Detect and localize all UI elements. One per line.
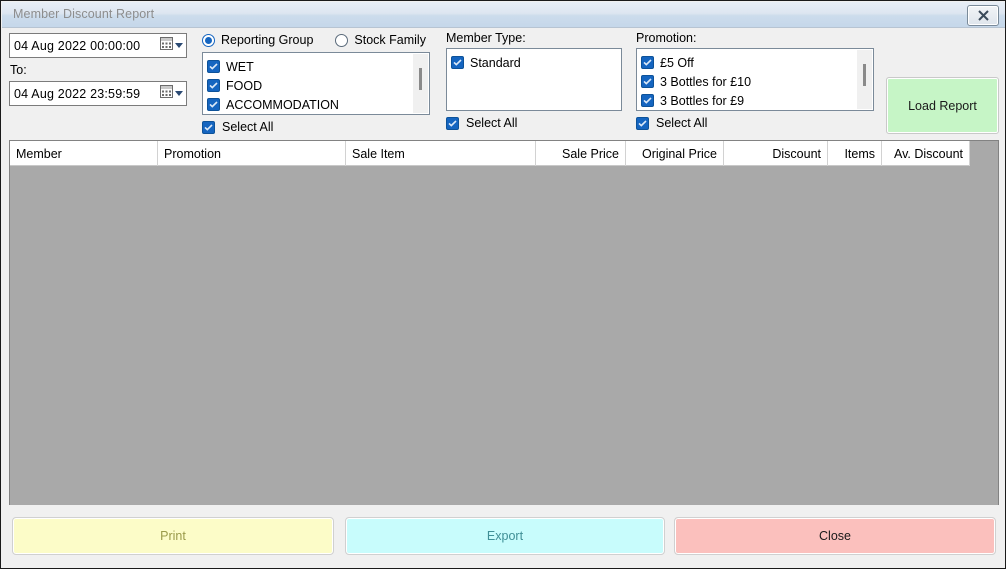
list-item-label: ACCOMMODATION [226,97,339,112]
radio-off-icon [335,33,349,47]
member-type-filter: Member Type: Standard Select All [446,31,622,130]
select-all-label: Select All [656,116,708,130]
list-item[interactable]: 3 Bottles for £10 [641,72,873,91]
source-mode-radio-group: Reporting Group Stock Family [202,33,426,47]
grid-column-header[interactable]: Member [10,141,158,166]
promotion-title: Promotion: [636,31,697,45]
scrollbar-thumb[interactable] [419,68,422,90]
title-bar: Member Discount Report [2,2,1005,28]
load-report-button[interactable]: Load Report [886,77,999,134]
reporting-group-scrollbar[interactable] [413,54,428,113]
to-date-value: 04 Aug 2022 23:59:59 [14,86,141,101]
calendar-icon[interactable] [160,84,173,103]
grid-column-header[interactable]: Discount [724,141,828,166]
close-button[interactable]: Close [674,517,996,555]
grid-column-header[interactable]: Promotion [158,141,346,166]
checkbox-checked-icon[interactable] [202,120,215,134]
footer-bar: Print Export Close [2,505,1005,567]
list-item[interactable]: FOOD [207,76,429,95]
promotion-listbox[interactable]: £5 Off 3 Bottles for £10 3 Bottles for £… [636,48,874,111]
promotion-scrollbar[interactable] [857,50,872,109]
scrollbar-thumb[interactable] [863,64,866,86]
print-button[interactable]: Print [12,517,334,555]
export-button[interactable]: Export [345,517,665,555]
list-item-label: £5 Off [660,55,694,70]
filter-panel: 04 Aug 2022 00:00:00 To: 04 Aug 2022 23:… [2,28,1005,136]
radio-stock-family-label: Stock Family [354,33,426,47]
date-range-group: 04 Aug 2022 00:00:00 To: 04 Aug 2022 23:… [9,33,191,106]
from-date-value: 04 Aug 2022 00:00:00 [14,38,141,53]
checkbox-checked-icon[interactable] [641,56,654,69]
list-item[interactable]: Standard [451,53,621,72]
reporting-group-select-all[interactable]: Select All [202,120,430,134]
calendar-icon[interactable] [160,36,173,55]
reporting-group-filter: WET FOOD ACCOMMODATION Select All [202,52,430,134]
select-all-label: Select All [466,116,518,130]
grid-column-header[interactable]: Original Price [626,141,724,166]
promotion-filter: Promotion: £5 Off 3 Bottles for £10 3 Bo… [636,31,874,130]
radio-stock-family[interactable]: Stock Family [335,33,426,47]
promotion-select-all[interactable]: Select All [636,116,874,130]
grid-column-header[interactable]: Sale Item [346,141,536,166]
checkbox-checked-icon[interactable] [446,116,459,130]
grid-column-header[interactable]: Items [828,141,882,166]
report-data-grid[interactable]: Member Promotion Sale Item Sale Price Origin… [9,140,999,506]
list-item-label: Standard [470,55,521,70]
member-type-select-all[interactable]: Select All [446,116,622,130]
to-date-field[interactable]: 04 Aug 2022 23:59:59 [9,81,187,106]
window-close-button[interactable] [967,5,999,26]
checkbox-checked-icon[interactable] [207,98,220,111]
close-x-icon [977,10,990,21]
list-item-label: FOOD [226,78,263,93]
list-item[interactable]: WET [207,57,429,76]
member-type-title: Member Type: [446,31,526,45]
from-date-field[interactable]: 04 Aug 2022 00:00:00 [9,33,187,58]
checkbox-checked-icon[interactable] [641,94,654,107]
radio-reporting-group-label: Reporting Group [221,33,314,47]
radio-reporting-group[interactable]: Reporting Group [202,33,313,47]
member-type-listbox[interactable]: Standard [446,48,622,111]
checkbox-checked-icon[interactable] [207,79,220,92]
member-discount-report-window: Member Discount Report 04 Aug 2022 00:00… [0,0,1006,569]
list-item-label: 3 Bottles for £9 [660,93,745,108]
list-item[interactable]: £5 Off [641,53,873,72]
grid-column-header[interactable]: Sale Price [536,141,626,166]
list-item-label: WET [226,59,254,74]
checkbox-checked-icon[interactable] [641,75,654,88]
checkbox-checked-icon[interactable] [207,60,220,73]
grid-column-header[interactable]: Av. Discount [882,141,970,166]
list-item[interactable]: 3 Bottles for £9 [641,91,873,110]
grid-header-row: Member Promotion Sale Item Sale Price Origin… [10,141,970,166]
window-title: Member Discount Report [13,7,155,21]
from-date-chevron-down-icon[interactable] [175,43,183,48]
select-all-label: Select All [222,120,274,134]
list-item[interactable]: ACCOMMODATION [207,95,429,114]
reporting-group-listbox[interactable]: WET FOOD ACCOMMODATION [202,52,430,115]
checkbox-checked-icon[interactable] [636,116,649,130]
checkbox-checked-icon[interactable] [451,56,464,69]
list-item-label: 3 Bottles for £10 [660,74,752,89]
to-label: To: [10,63,27,77]
radio-on-icon [202,33,215,47]
to-date-chevron-down-icon[interactable] [175,91,183,96]
